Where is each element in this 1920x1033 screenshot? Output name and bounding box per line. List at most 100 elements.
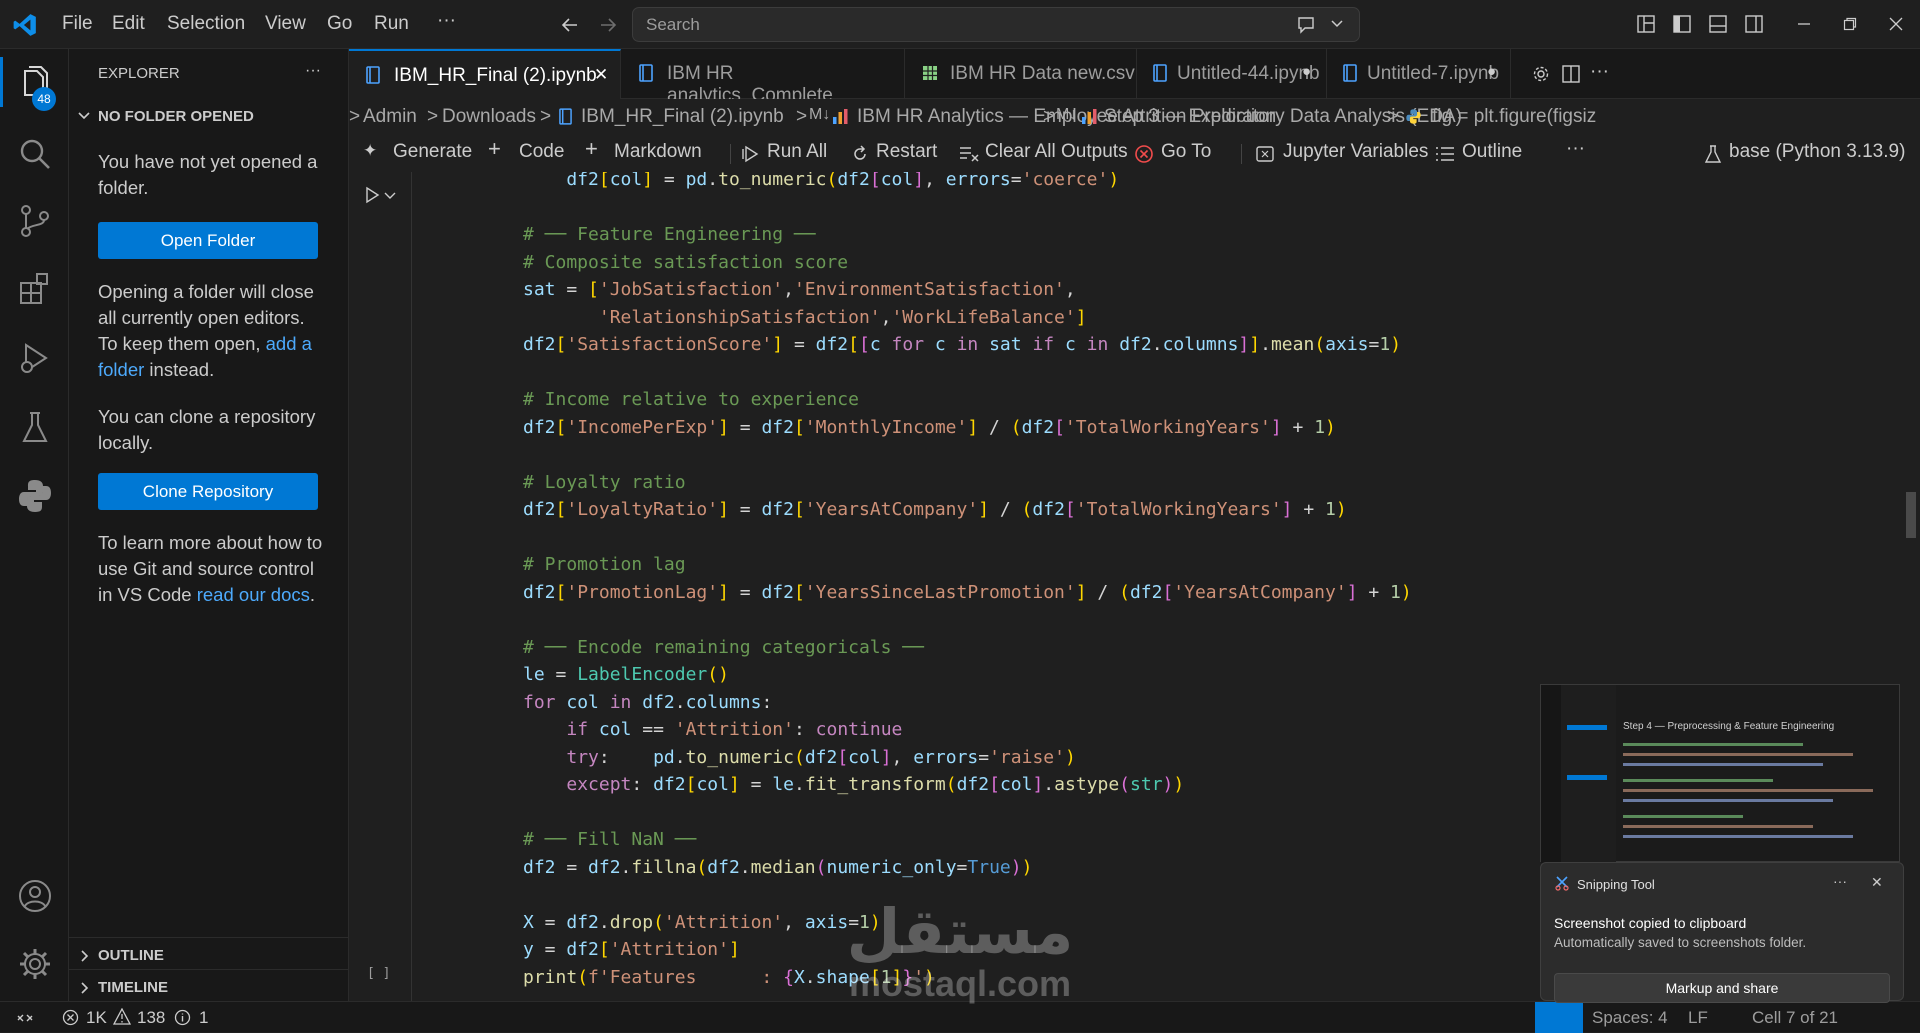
- timeline-section[interactable]: TIMELINE: [98, 979, 168, 996]
- menu-selection[interactable]: Selection: [167, 13, 245, 35]
- tab-ibm-hr-data-csv[interactable]: IBM HR Data new.csv: [905, 49, 1137, 99]
- preview-code-line: [1623, 835, 1853, 838]
- menu-more[interactable]: ···: [437, 10, 456, 32]
- menu-view[interactable]: View: [265, 13, 306, 35]
- tab-ibm-hr-final[interactable]: IBM_HR_Final (2).ipynb ✕: [349, 49, 621, 99]
- menu-file[interactable]: File: [62, 13, 93, 35]
- outline-section[interactable]: OUTLINE: [98, 947, 164, 964]
- generate-button[interactable]: Generate: [393, 141, 472, 163]
- screenshot-preview[interactable]: Step 4 — Preprocessing & Feature Enginee…: [1540, 684, 1900, 863]
- remote-icon[interactable]: [16, 1010, 34, 1026]
- run-debug-icon[interactable]: [16, 339, 54, 377]
- add-markdown-cell-button[interactable]: Markdown: [614, 141, 702, 163]
- outline-button[interactable]: Outline: [1462, 141, 1522, 163]
- kernel-selector[interactable]: base (Python 3.13.9): [1729, 141, 1905, 163]
- settings-gear-icon[interactable]: [1531, 64, 1551, 84]
- run-all-icon: [742, 145, 759, 163]
- info-icon[interactable]: [174, 1009, 191, 1026]
- minimize-icon[interactable]: [1797, 22, 1811, 26]
- tab-label: Untitled-7.ipynb: [1367, 63, 1500, 84]
- goto-button[interactable]: Go To: [1161, 141, 1211, 163]
- csv-table-icon: [923, 66, 937, 80]
- breadcrumb-symbol[interactable]: fig = plt.figure(figsiz: [1432, 106, 1652, 128]
- notebook-icon: [366, 66, 380, 84]
- toolbar-more-button[interactable]: ···: [1566, 138, 1585, 160]
- line-ending[interactable]: LF: [1688, 1008, 1708, 1028]
- status-search-button[interactable]: [1535, 1002, 1583, 1033]
- extensions-icon[interactable]: [16, 271, 54, 309]
- run-cell-icon[interactable]: [363, 186, 381, 204]
- error-circle-icon: [1135, 145, 1153, 163]
- chevron-down-icon[interactable]: [77, 109, 91, 123]
- toast-app-name: Snipping Tool: [1577, 877, 1655, 892]
- tab-label: IBM HR Data new.csv: [950, 63, 1135, 84]
- clone-repository-button[interactable]: Clone Repository: [98, 473, 318, 510]
- jupyter-variables-button[interactable]: Jupyter Variables: [1283, 141, 1428, 163]
- search-icon[interactable]: [16, 135, 54, 173]
- toast-more-button[interactable]: ···: [1833, 873, 1847, 889]
- breadcrumb-sep: >: [1387, 106, 1399, 127]
- more-actions-button[interactable]: ···: [1590, 61, 1609, 83]
- settings-gear-icon[interactable]: [16, 945, 54, 983]
- chevron-right-icon[interactable]: [79, 949, 91, 963]
- search-input[interactable]: Search: [632, 7, 1360, 42]
- python-icon[interactable]: [16, 477, 54, 515]
- warning-count[interactable]: 138: [137, 1008, 165, 1028]
- restart-button[interactable]: Restart: [876, 141, 937, 163]
- sidebar-more-button[interactable]: ···: [305, 62, 321, 80]
- markdown-icon: M↓: [1056, 106, 1078, 123]
- chat-sparkle-icon[interactable]: [1296, 15, 1318, 35]
- menu-edit[interactable]: Edit: [112, 13, 145, 35]
- run-all-button[interactable]: Run All: [767, 141, 827, 163]
- source-control-icon[interactable]: [16, 202, 54, 240]
- testing-icon[interactable]: [16, 409, 54, 447]
- error-icon[interactable]: [62, 1009, 79, 1026]
- chevron-right-icon[interactable]: [79, 981, 91, 995]
- breadcrumb-admin[interactable]: Admin: [363, 106, 417, 128]
- toast-close-icon[interactable]: ✕: [1871, 874, 1883, 891]
- tab-ibm-hr-analytics[interactable]: IBM HR analytics_Complete Model_.ipynb: [621, 49, 905, 128]
- open-folder-button[interactable]: Open Folder: [98, 222, 318, 259]
- breadcrumb-sep: >: [796, 106, 808, 127]
- code-content[interactable]: df2[col] = pd.to_numeric(df2[col], error…: [523, 172, 1412, 991]
- clear-outputs-icon: [960, 147, 979, 162]
- split-editor-icon[interactable]: [1561, 64, 1581, 84]
- menu-go[interactable]: Go: [327, 13, 352, 35]
- forward-arrow-icon[interactable]: [598, 15, 618, 35]
- window-close-icon[interactable]: [1889, 17, 1903, 31]
- watermark-latin: mostaql.com: [848, 963, 1072, 1004]
- no-folder-section[interactable]: NO FOLDER OPENED: [98, 108, 254, 125]
- info-count[interactable]: 1: [199, 1008, 208, 1028]
- scrollbar-thumb[interactable]: [1906, 492, 1916, 538]
- unsaved-dot-icon[interactable]: ●: [1487, 63, 1496, 80]
- customize-layout-icon[interactable]: [1636, 14, 1656, 34]
- toggle-secondary-sidebar-icon[interactable]: [1744, 14, 1764, 34]
- error-count[interactable]: 1K: [86, 1008, 107, 1028]
- back-arrow-icon[interactable]: [560, 15, 580, 35]
- breadcrumb-downloads[interactable]: Downloads: [442, 106, 536, 128]
- chevron-down-icon[interactable]: [384, 192, 396, 200]
- preview-button: [1567, 725, 1607, 730]
- restart-icon: [854, 145, 866, 160]
- tab-close-icon[interactable]: ✕: [594, 65, 608, 85]
- markup-and-share-button[interactable]: Markup and share: [1554, 973, 1890, 1003]
- chevron-down-icon[interactable]: [1330, 19, 1344, 29]
- indentation-setting[interactable]: Spaces: 4: [1592, 1008, 1668, 1028]
- unsaved-dot-icon[interactable]: ●: [1302, 63, 1311, 80]
- tab-untitled-44[interactable]: Untitled-44.ipynb ●: [1137, 49, 1327, 99]
- notebook-toolbar: ✦ Generate + Code + Markdown Run All Res…: [349, 135, 1920, 172]
- warning-icon[interactable]: [113, 1008, 131, 1025]
- notebook-icon: [1343, 64, 1357, 82]
- add-code-cell-button[interactable]: Code: [519, 141, 564, 163]
- tab-untitled-7[interactable]: Untitled-7.ipynb ●: [1327, 49, 1511, 99]
- menu-run[interactable]: Run: [374, 13, 409, 35]
- clear-all-outputs-button[interactable]: Clear All Outputs: [985, 141, 1128, 163]
- accounts-icon[interactable]: [16, 877, 54, 915]
- toggle-primary-sidebar-icon[interactable]: [1672, 14, 1692, 34]
- breadcrumb-file[interactable]: IBM_HR_Final (2).ipynb: [581, 106, 784, 128]
- read-docs-link[interactable]: read our docs: [197, 584, 310, 605]
- markdown-icon: M↓: [809, 106, 831, 123]
- restore-icon[interactable]: [1843, 17, 1857, 31]
- cell-position[interactable]: Cell 7 of 21: [1752, 1008, 1838, 1028]
- toggle-panel-icon[interactable]: [1708, 14, 1728, 34]
